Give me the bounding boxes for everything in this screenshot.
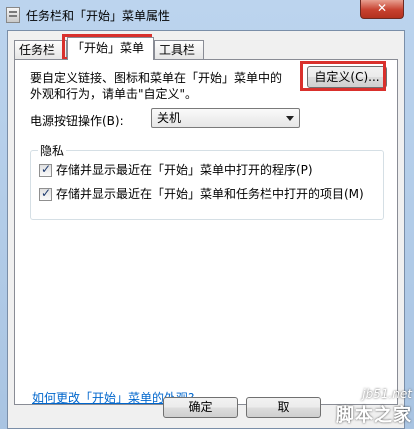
store-recent-items-label: 存储并显示最近在「开始」菜单和任务栏中打开的项目(M) (56, 187, 364, 201)
power-button-label: 电源按钮操作(B): (30, 114, 124, 128)
dialog-body: 任务栏 「开始」菜单 工具栏 要自定义链接、图标和菜单在「开始」菜单中的外观和行… (7, 30, 405, 429)
tab-start-menu[interactable]: 「开始」菜单 (67, 37, 154, 60)
privacy-group: 隐私 存储并显示最近在「开始」菜单中打开的程序(P) 存储并显示最近在「开始」菜… (30, 142, 384, 220)
customize-button[interactable]: 自定义(C)... (307, 66, 387, 88)
start-menu-panel: 要自定义链接、图标和菜单在「开始」菜单中的外观和行为，请单击"自定义"。 自定义… (14, 59, 398, 405)
power-action-select[interactable]: 关机 (151, 108, 300, 128)
cancel-button[interactable]: 取 (246, 397, 321, 418)
store-recent-programs-checkbox[interactable] (39, 162, 52, 177)
taskbar-icon (6, 7, 20, 23)
tab-taskbar[interactable]: 任务栏 (14, 40, 67, 59)
chevron-down-icon (286, 116, 294, 121)
store-recent-programs-label: 存储并显示最近在「开始」菜单中打开的程序(P) (56, 163, 313, 177)
watermark: jb51.net 脚本之家 (336, 387, 412, 427)
window-title: 任务栏和「开始」菜单属性 (26, 9, 171, 23)
power-action-value: 关机 (157, 111, 182, 125)
close-button[interactable]: ✕ (360, 0, 404, 19)
watermark-url: jb51.net (362, 387, 412, 401)
title-bar[interactable]: 任务栏和「开始」菜单属性 ✕ (0, 0, 414, 30)
properties-window: 任务栏和「开始」菜单属性 ✕ 任务栏 「开始」菜单 工具栏 要自定义链接、图标和… (0, 0, 414, 429)
tab-toolbars[interactable]: 工具栏 (154, 40, 204, 59)
ok-button[interactable]: 确定 (163, 397, 238, 418)
privacy-group-title: 隐私 (38, 142, 67, 159)
watermark-name: 脚本之家 (336, 405, 412, 426)
store-recent-items-checkbox[interactable] (39, 186, 52, 201)
customize-description: 要自定义链接、图标和菜单在「开始」菜单中的外观和行为，请单击"自定义"。 (30, 71, 283, 101)
